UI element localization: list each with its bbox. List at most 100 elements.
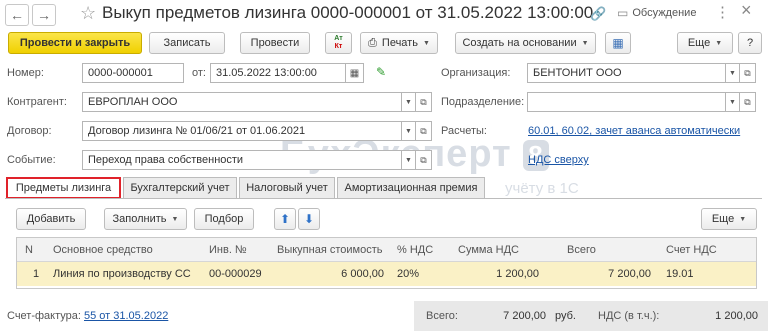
table-header: N Основное средство Инв. № Выкупная стои… <box>17 238 756 262</box>
print-label: Печать <box>381 37 418 49</box>
forward-button[interactable]: → <box>32 4 56 26</box>
dt-kt-button[interactable]: Ат Кт <box>325 32 352 54</box>
move-down-button[interactable]: ⬇ <box>298 208 320 230</box>
chevron-down-icon: ▼ <box>729 98 736 106</box>
vat-on-top-link[interactable]: НДС сверху <box>528 154 589 166</box>
arrow-down-icon: ⬇ <box>303 212 315 226</box>
chevron-down-icon: ▼ <box>171 215 179 223</box>
post-and-close-button[interactable]: Провести и закрыть <box>8 32 142 54</box>
vat-included-label: НДС (в т.ч.): <box>598 310 660 322</box>
contract-dropdown-button[interactable]: ▼ <box>402 121 416 141</box>
move-up-button[interactable]: ⬆ <box>274 208 296 230</box>
post-button[interactable]: Провести <box>240 32 310 54</box>
cell-vat-sum: 1 200,00 <box>496 268 539 280</box>
column-header-total[interactable]: Всего <box>567 244 596 256</box>
division-field[interactable] <box>527 92 726 112</box>
counterparty-dropdown-button[interactable]: ▼ <box>402 92 416 112</box>
open-icon: ⧉ <box>744 67 751 78</box>
cell-total: 7 200,00 <box>608 268 651 280</box>
table-row[interactable]: 1 Линия по производству СС 00-000029 6 0… <box>17 262 756 286</box>
add-row-button[interactable]: Добавить <box>16 208 86 230</box>
chevron-down-icon: ▼ <box>581 39 589 47</box>
structure-button[interactable]: ▦ <box>605 32 631 54</box>
help-button[interactable]: ? <box>738 32 762 54</box>
back-button[interactable]: ← <box>5 4 29 26</box>
tab-leasing-items[interactable]: Предметы лизинга <box>6 177 121 199</box>
select-button[interactable]: Подбор <box>194 208 254 230</box>
discussion-button[interactable]: ▭ Обсуждение <box>617 6 696 20</box>
arrow-up-icon: ⬆ <box>279 212 291 226</box>
contract-field[interactable]: Договор лизинга № 01/06/21 от 01.06.2021 <box>82 121 402 141</box>
fill-label: Заполнить <box>112 213 167 225</box>
column-header-asset[interactable]: Основное средство <box>53 244 153 256</box>
close-icon[interactable]: × <box>741 0 752 21</box>
organization-field[interactable]: БЕНТОНИТ ООО <box>527 63 726 83</box>
more-label: Еще <box>687 37 711 49</box>
chevron-down-icon: ▼ <box>405 127 412 135</box>
open-icon: ⧉ <box>420 125 427 136</box>
more-button[interactable]: Еще ▼ <box>677 32 733 54</box>
edit-number-icon[interactable]: ✎ <box>376 65 386 79</box>
chat-icon: ▭ <box>617 6 629 20</box>
discussion-label: Обсуждение <box>632 7 697 19</box>
division-open-button[interactable]: ⧉ <box>740 92 756 112</box>
contract-open-button[interactable]: ⧉ <box>416 121 432 141</box>
calendar-button[interactable]: ▦ <box>346 63 364 83</box>
cell-asset: Линия по производству СС <box>53 268 191 280</box>
organization-dropdown-button[interactable]: ▼ <box>726 63 740 83</box>
watermark-sub: учёту в 1С <box>505 180 579 197</box>
cell-n: 1 <box>33 268 40 280</box>
column-header-inv[interactable]: Инв. № <box>209 244 247 256</box>
cell-vat-rate: 20% <box>397 268 420 280</box>
tab-depreciation-bonus[interactable]: Амортизационная премия <box>337 177 485 198</box>
column-header-n[interactable]: N <box>25 244 33 256</box>
organization-label: Организация: <box>441 67 511 79</box>
table-more-button[interactable]: Еще ▼ <box>701 208 757 230</box>
fill-button[interactable]: Заполнить ▼ <box>104 208 187 230</box>
favorite-star-icon[interactable]: ☆ <box>80 3 96 24</box>
open-icon: ⧉ <box>420 154 427 165</box>
save-button[interactable]: Записать <box>149 32 225 54</box>
settlements-link[interactable]: 60.01, 60.02, зачет аванса автоматически <box>528 125 740 137</box>
tab-accounting[interactable]: Бухгалтерский учет <box>123 177 237 198</box>
more-vertical-icon[interactable]: ⋮ <box>715 3 730 21</box>
counterparty-field[interactable]: ЕВРОПЛАН ООО <box>82 92 402 112</box>
division-label: Подразделение: <box>441 96 525 108</box>
column-header-vat-sum[interactable]: Сумма НДС <box>458 244 519 256</box>
link-icon[interactable]: 🔗 <box>590 6 606 22</box>
print-button[interactable]: ⎙ Печать ▼ <box>360 32 438 54</box>
open-icon: ⧉ <box>420 96 427 107</box>
table-more-label: Еще <box>711 213 735 225</box>
cell-inv: 00-000029 <box>209 268 262 280</box>
settlements-label: Расчеты: <box>441 125 487 137</box>
column-header-vat-rate[interactable]: % НДС <box>397 244 433 256</box>
invoice-link[interactable]: 55 от 31.05.2022 <box>84 310 168 322</box>
arrow-right-icon: → <box>37 7 51 23</box>
column-header-price[interactable]: Выкупная стоимость <box>277 244 382 256</box>
number-field[interactable]: 0000-000001 <box>82 63 184 83</box>
invoice-label: Счет-фактура: <box>7 310 81 322</box>
total-value: 7 200,00 <box>503 310 546 322</box>
organization-open-button[interactable]: ⧉ <box>740 63 756 83</box>
chevron-down-icon: ▼ <box>729 69 736 77</box>
event-open-button[interactable]: ⧉ <box>416 150 432 170</box>
date-field[interactable]: 31.05.2022 13:00:00 <box>210 63 346 83</box>
chevron-down-icon: ▼ <box>422 39 430 47</box>
number-label: Номер: <box>7 67 44 79</box>
division-dropdown-button[interactable]: ▼ <box>726 92 740 112</box>
chevron-down-icon: ▼ <box>405 156 412 164</box>
contract-label: Договор: <box>7 125 52 137</box>
column-header-vat-account[interactable]: Счет НДС <box>666 244 717 256</box>
create-based-on-button[interactable]: Создать на основании ▼ <box>455 32 596 54</box>
cell-price: 6 000,00 <box>341 268 384 280</box>
event-field[interactable]: Переход права собственности <box>82 150 402 170</box>
tab-divider <box>5 198 762 199</box>
create-based-on-label: Создать на основании <box>462 37 577 49</box>
vat-included-value: 1 200,00 <box>715 310 758 322</box>
page-title: Выкуп предметов лизинга 0000-000001 от 3… <box>102 3 594 22</box>
calendar-icon: ▦ <box>349 67 360 79</box>
arrow-left-icon: ← <box>10 7 24 23</box>
tab-tax-accounting[interactable]: Налоговый учет <box>239 177 335 198</box>
counterparty-open-button[interactable]: ⧉ <box>416 92 432 112</box>
event-dropdown-button[interactable]: ▼ <box>402 150 416 170</box>
